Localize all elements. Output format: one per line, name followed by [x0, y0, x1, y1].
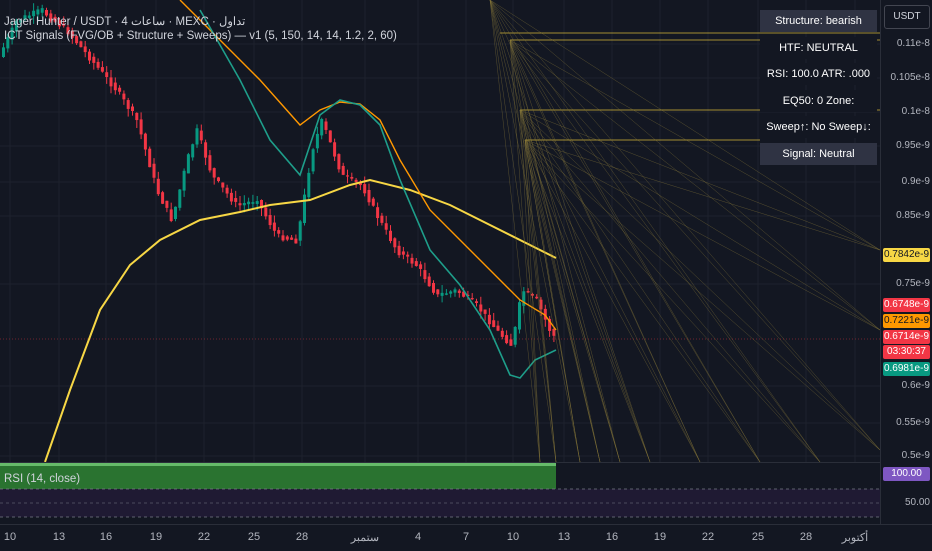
- price-tick: 0.55e-9: [896, 417, 930, 428]
- price-label: 0.6981e-9: [883, 362, 930, 376]
- time-label: 13: [52, 531, 66, 543]
- time-axis[interactable]: 10 13 16 19 22 25 28 ستمبر 4 7 10 13 16 19 22 25 28 أكتوب…: [0, 524, 932, 551]
- time-label: 13: [557, 531, 571, 543]
- rsi-label[interactable]: RSI (14, close): [4, 473, 80, 485]
- rsi-level-label: 50.00: [904, 497, 930, 508]
- time-label: 16: [99, 531, 113, 543]
- price-label: 0.6714e-9: [883, 330, 930, 344]
- info-row: RSI: 100.0 ATR: .000: [760, 63, 877, 85]
- time-label: 16: [605, 531, 619, 543]
- price-tick: 0.6e-9: [901, 380, 930, 391]
- time-label: ستمبر: [350, 532, 380, 544]
- rsi-fill: [0, 463, 556, 489]
- rsi-pane[interactable]: RSI (14, close): [0, 462, 880, 525]
- price-tick: 0.105e-8: [890, 72, 930, 83]
- price-label: 0.6748e-9: [883, 298, 930, 312]
- time-label: 28: [799, 531, 813, 543]
- currency-button[interactable]: USDT: [884, 5, 930, 29]
- symbol-legend[interactable]: Jager Hunter / USDT · 4 ساعات · MEXC · ت…: [4, 14, 245, 28]
- price-label: 0.7221e-9: [883, 314, 930, 328]
- time-label: 22: [197, 531, 211, 543]
- time-label: 25: [247, 531, 261, 543]
- time-label: أكتوبر: [841, 532, 869, 544]
- time-label: 10: [506, 531, 520, 543]
- time-label: 28: [295, 531, 309, 543]
- info-row: Structure: bearish (BOS↓): [760, 10, 877, 49]
- price-tick: 0.9e-9: [901, 176, 930, 187]
- time-label: 19: [149, 531, 163, 543]
- time-label: 19: [653, 531, 667, 543]
- time-label: 25: [751, 531, 765, 543]
- info-row: Sweep↑: No Sweep↓: No: [760, 116, 877, 155]
- info-row: Signal: Neutral: [760, 143, 877, 165]
- price-label: 0.7842e-9: [883, 248, 930, 262]
- price-tick: 0.85e-9: [896, 210, 930, 221]
- chart-grid: [0, 0, 880, 462]
- rsi-value-label: 100.00: [883, 467, 930, 481]
- time-label: 7: [462, 531, 470, 543]
- time-label: 10: [3, 531, 17, 543]
- price-tick: 0.1e-8: [901, 106, 930, 117]
- candles: [2, 3, 556, 348]
- info-row: HTF: NEUTRAL: [760, 37, 877, 59]
- price-tick: 0.95e-9: [896, 140, 930, 151]
- price-axis[interactable]: USDT 0.11e-8 0.105e-8 0.1e-8 0.95e-9 0.9e-9 0…: [880, 0, 932, 524]
- price-tick: 0.11e-8: [896, 38, 930, 49]
- price-chart[interactable]: [0, 0, 880, 462]
- price-label: 03:30:37: [883, 345, 930, 359]
- indicator-legend[interactable]: ICT Signals (FVG/OB + Structure + Sweeps…: [4, 30, 397, 42]
- time-label: 22: [701, 531, 715, 543]
- price-tick: 0.5e-9: [901, 450, 930, 461]
- time-label: 4: [414, 531, 422, 543]
- price-tick: 0.75e-9: [896, 278, 930, 289]
- info-row: EQ50: 0 Zone: Discount: [760, 90, 877, 129]
